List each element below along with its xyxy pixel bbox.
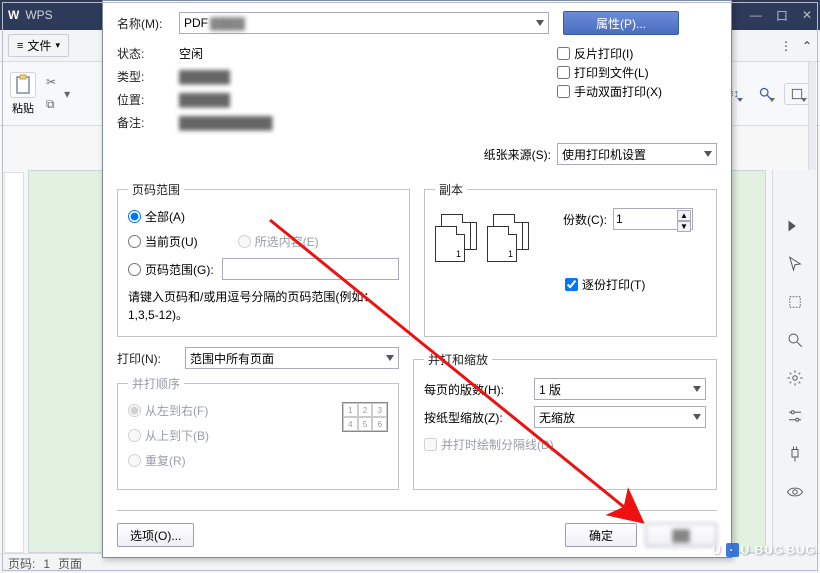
panel-select-icon[interactable] xyxy=(785,292,805,312)
ribbon-collapse-icon[interactable]: ⌃ xyxy=(802,39,812,53)
reverse-print-check[interactable]: 反片打印(I) xyxy=(557,45,717,62)
file-menu-button[interactable]: ≡ 文件 ▾ xyxy=(8,34,69,57)
properties-button[interactable]: 属性(P)... xyxy=(563,11,679,35)
left-ruler xyxy=(4,172,24,553)
range-all-radio[interactable]: 全部(A) xyxy=(128,208,399,225)
status-value: 空闲 xyxy=(179,45,203,62)
chevron-down-icon xyxy=(693,414,701,420)
panel-eye-icon[interactable] xyxy=(785,482,805,502)
status-section-label: 页面 xyxy=(58,555,82,572)
copies-group: 副本 1 1 份数(C): xyxy=(424,181,717,337)
printer-name-label: 名称(M): xyxy=(117,15,173,32)
remark-label: 备注: xyxy=(117,114,173,131)
collate-check[interactable]: 逐份打印(T) xyxy=(565,276,706,293)
wps-logo: W xyxy=(8,8,19,22)
panel-nav-icon[interactable] xyxy=(785,216,805,236)
order-repeat-radio: 重复(R) xyxy=(128,452,330,469)
spinner-up-icon[interactable]: ▲ xyxy=(677,210,691,221)
location-label: 位置: xyxy=(117,91,173,108)
copies-label: 份数(C): xyxy=(563,211,607,228)
status-label: 状态: xyxy=(117,45,173,62)
panel-cursor-icon[interactable] xyxy=(785,254,805,274)
range-custom-radio[interactable] xyxy=(128,263,141,276)
clipboard-more-icon[interactable]: ▾ xyxy=(64,87,70,101)
location-value: ██████ xyxy=(179,93,230,107)
cut-icon[interactable]: ✂ xyxy=(46,75,56,89)
remark-value: ███████████ xyxy=(179,116,273,130)
window-minimize-icon[interactable]: — xyxy=(750,8,762,22)
cancel-button[interactable]: ▓▓ xyxy=(645,523,717,547)
status-page-label: 页码: xyxy=(8,555,35,572)
order-preview-icon: 123456 xyxy=(342,402,388,432)
print-scope-label: 打印(N): xyxy=(117,350,179,367)
right-side-panel xyxy=(772,170,816,553)
panel-plug-icon[interactable] xyxy=(785,444,805,464)
per-page-label: 每页的版数(H): xyxy=(424,381,528,398)
window-maximize-icon[interactable]: 口 xyxy=(776,7,788,24)
page-range-input[interactable] xyxy=(222,258,399,280)
paste-label: 粘贴 xyxy=(12,100,34,116)
per-page-combo[interactable]: 1 版 xyxy=(534,378,706,400)
scale-label: 按纸型缩放(Z): xyxy=(424,409,528,426)
scale-combo[interactable]: 无缩放 xyxy=(534,406,706,428)
collate-preview-icon: 1 1 xyxy=(435,208,533,266)
page-range-hint: 请键入页码和/或用逗号分隔的页码范围(例如：1,3,5-12)。 xyxy=(128,288,399,324)
type-value: ██████ xyxy=(179,70,230,84)
print-to-file-check[interactable]: 打印到文件(L) xyxy=(557,64,717,81)
panel-settings-icon[interactable] xyxy=(785,368,805,388)
paste-icon[interactable] xyxy=(10,72,36,98)
options-button[interactable]: 选项(O)... xyxy=(117,523,194,547)
printer-name-combo[interactable]: PDF ▓▓▓▓ xyxy=(179,12,549,34)
copies-spinner[interactable]: 1 ▲▼ xyxy=(613,208,693,230)
chevron-down-icon xyxy=(536,20,544,26)
panel-sliders-icon[interactable] xyxy=(785,406,805,426)
order-ltr-radio: 从左到右(F) xyxy=(128,402,330,419)
print-dialog: 名称(M): PDF ▓▓▓▓ 属性(P)... 状态: 空闲 类型: ██████… xyxy=(102,0,732,558)
range-current-radio[interactable]: 当前页(U) xyxy=(128,233,198,250)
merge-scale-group: 并打和缩放 每页的版数(H): 1 版 按纸型缩放(Z): 无缩放 并打时绘制分… xyxy=(413,351,717,490)
draw-border-check: 并打时绘制分隔线(D) xyxy=(424,436,706,453)
merge-order-group: 并打顺序 从左到右(F) 从上到下(B) 重复(R) 123456 xyxy=(117,375,399,490)
manual-duplex-check[interactable]: 手动双面打印(X) xyxy=(557,83,717,100)
type-label: 类型: xyxy=(117,68,173,85)
menu-more-icon[interactable]: ⋮ xyxy=(780,39,792,53)
find-button[interactable] xyxy=(752,83,778,105)
paper-source-label: 纸张来源(S): xyxy=(484,146,551,163)
copy-icon[interactable]: ⧉ xyxy=(46,97,56,112)
box-button[interactable] xyxy=(784,83,810,105)
chevron-down-icon xyxy=(704,151,712,157)
range-selection-radio: 所选内容(E) xyxy=(238,233,319,250)
paper-source-combo[interactable]: 使用打印机设置 xyxy=(557,143,717,165)
chevron-down-icon xyxy=(386,355,394,361)
print-scope-combo[interactable]: 范围中所有页面 xyxy=(185,347,399,369)
chevron-down-icon xyxy=(693,386,701,392)
ok-button[interactable]: 确定 xyxy=(565,523,637,547)
page-range-group: 页码范围 全部(A) 当前页(U) 所选内容(E) 页码范围(G): 请键入页码… xyxy=(117,181,410,337)
spinner-down-icon[interactable]: ▼ xyxy=(677,221,691,232)
order-ttb-radio: 从上到下(B) xyxy=(128,427,330,444)
panel-search-icon[interactable] xyxy=(785,330,805,350)
wps-name: WPS xyxy=(25,8,52,22)
status-page-value: 1 xyxy=(43,557,50,571)
window-close-icon[interactable]: ✕ xyxy=(802,8,812,22)
